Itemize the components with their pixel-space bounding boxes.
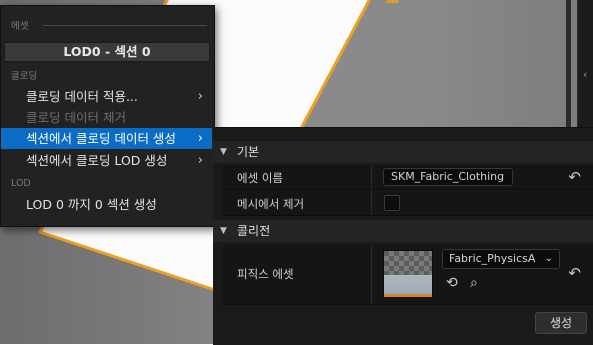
thumbnail-asset-color-bar	[384, 294, 432, 297]
category-collision[interactable]: ▼ 콜리전	[213, 220, 593, 242]
menu-section-asset: 에셋	[11, 18, 207, 32]
asset-name-label: 에셋 이름	[237, 171, 283, 185]
menu-section-lod: LOD	[11, 178, 31, 192]
menu-item-label: 섹션에서 클로딩 LOD 생성	[26, 153, 168, 168]
menu-separator	[43, 25, 207, 26]
property-row-physics-asset: 피직스 에셋 Fabric_PhysicsA ⌄ ⟲ ⌕ ↶	[223, 244, 593, 305]
submenu-arrow-icon: ›	[197, 89, 203, 104]
find-in-content-browser-icon[interactable]: ⌕	[470, 275, 478, 291]
menu-item-label: 클로딩 데이터 제거	[26, 110, 126, 125]
property-row-asset-name: 에셋 이름 SKM_Fabric_Clothing ↶	[223, 165, 593, 190]
remove-from-mesh-label: 메시에서 제거	[237, 197, 305, 211]
menu-section-asset-label: 에셋	[11, 21, 29, 32]
column-divider[interactable]	[371, 244, 372, 304]
collapse-triangle-icon[interactable]: ▼	[220, 141, 227, 163]
physics-asset-value: Fabric_PhysicsA	[449, 252, 536, 265]
category-collision-label: 콜리전	[237, 224, 271, 238]
physics-asset-dropdown[interactable]: Fabric_PhysicsA ⌄	[442, 249, 560, 269]
menu-item-create-clothing-data-from-section[interactable]: 섹션에서 클로딩 데이터 생성 ›	[1, 128, 212, 149]
menu-item-generate-up-to-lod[interactable]: LOD 0 까지 0 섹션 생성	[1, 194, 212, 215]
submenu-arrow-icon: ›	[197, 153, 203, 168]
viewport-scroll-handle[interactable]	[566, 0, 571, 128]
chevron-down-icon: ⌄	[544, 253, 553, 264]
menu-item-remove-clothing-data: 클로딩 데이터 제거	[1, 107, 212, 128]
physics-asset-thumbnail[interactable]	[383, 250, 433, 298]
menu-section-cloth: 클로딩	[11, 68, 37, 82]
category-basic[interactable]: ▼ 기본	[213, 141, 593, 163]
generate-button[interactable]: 생성	[535, 312, 587, 334]
column-divider[interactable]	[371, 165, 372, 189]
property-row-remove-from-mesh: 메시에서 제거	[223, 191, 593, 216]
column-divider[interactable]	[371, 191, 372, 215]
menu-item-label: 섹션에서 클로딩 데이터 생성	[26, 131, 176, 146]
reset-arrow-icon[interactable]: ↶	[568, 168, 581, 186]
menu-section-title: LOD0 - 섹션 0	[4, 42, 210, 62]
menu-section-lod-label: LOD	[11, 178, 31, 189]
side-panel-edge: ‹	[577, 0, 593, 128]
submenu-arrow-icon: ›	[197, 131, 203, 146]
collapse-triangle-icon[interactable]: ▼	[220, 220, 227, 242]
create-clothing-details-panel: ▼ 기본 에셋 이름 SKM_Fabric_Clothing ↶ 메시에서 제거…	[213, 127, 593, 345]
reset-arrow-icon[interactable]: ↶	[568, 264, 581, 282]
category-basic-label: 기본	[237, 145, 260, 159]
remove-from-mesh-checkbox[interactable]	[384, 195, 400, 211]
menu-item-label: LOD 0 까지 0 섹션 생성	[26, 197, 157, 212]
menu-item-apply-clothing-data[interactable]: 클로딩 데이터 적용... ›	[1, 86, 212, 107]
expand-arrow-icon[interactable]: ‹	[583, 68, 587, 81]
browse-to-asset-icon[interactable]: ⟲	[446, 275, 458, 291]
physics-asset-label: 피직스 에셋	[237, 267, 294, 281]
menu-item-create-clothing-lod-from-section[interactable]: 섹션에서 클로딩 LOD 생성 ›	[1, 150, 212, 171]
menu-section-cloth-label: 클로딩	[11, 71, 38, 82]
section-context-menu: 에셋 LOD0 - 섹션 0 클로딩 클로딩 데이터 적용... › 클로딩 데…	[0, 5, 215, 227]
asset-name-input[interactable]: SKM_Fabric_Clothing	[383, 168, 513, 186]
menu-item-label: 클로딩 데이터 적용...	[26, 89, 138, 104]
